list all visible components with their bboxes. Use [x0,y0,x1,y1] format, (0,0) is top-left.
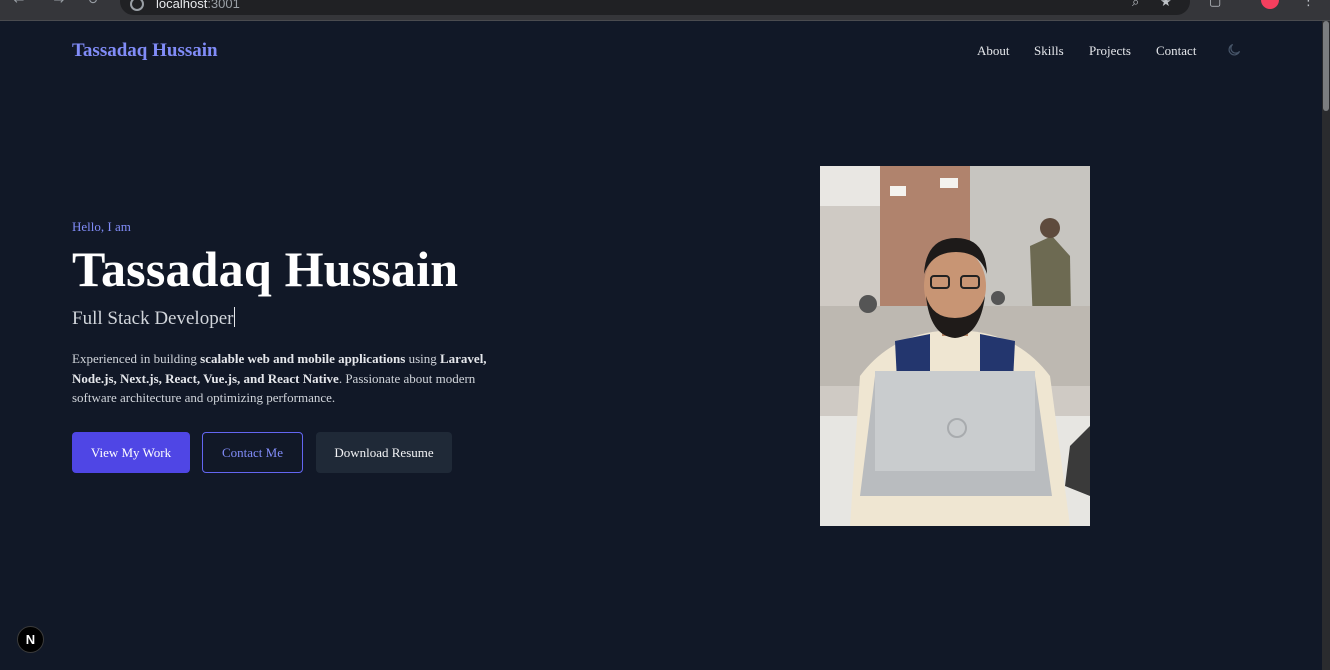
contact-me-button[interactable]: Contact Me [202,432,303,473]
moon-icon[interactable] [1226,42,1242,58]
site-info-icon[interactable] [130,0,144,11]
nav-contact[interactable]: Contact [1156,43,1196,59]
bookmark-star-icon[interactable]: ★ [1160,0,1172,10]
menu-icon[interactable]: ⋮ [1302,0,1315,9]
address-bar[interactable]: localhost:3001 ⌕ ★ [120,0,1190,15]
nav-skills[interactable]: Skills [1034,43,1064,59]
nextjs-icon[interactable]: N [17,626,44,653]
brand-logo[interactable]: Tassadaq Hussain [72,40,218,62]
nav-about[interactable]: About [977,43,1010,59]
download-resume-button[interactable]: Download Resume [316,432,452,473]
greeting-text: Hello, I am [72,219,131,234]
forward-arrow-icon[interactable]: → [52,0,66,8]
profile-avatar[interactable] [1261,0,1279,9]
reload-icon[interactable]: ↻ [86,0,100,8]
browser-toolbar: ← → ↻ localhost:3001 ⌕ ★ ▢ ⋮ [0,0,1330,21]
profile-photo [820,166,1090,526]
nav-projects[interactable]: Projects [1089,43,1131,59]
page-scrollbar[interactable] [1322,21,1330,670]
zoom-icon[interactable]: ⌕ [1132,0,1139,10]
hero-description: Experienced in building scalable web and… [72,351,487,405]
url-text: localhost:3001 [156,0,240,11]
extensions-icon[interactable]: ▢ [1209,0,1221,9]
role-text: Full Stack Developer [72,307,236,329]
typing-cursor [234,307,236,327]
view-my-work-button[interactable]: View My Work [72,432,190,473]
scrollbar-thumb[interactable] [1323,21,1329,111]
hero-name: Tassadaq Hussain [72,241,459,297]
back-arrow-icon[interactable]: ← [12,0,26,8]
